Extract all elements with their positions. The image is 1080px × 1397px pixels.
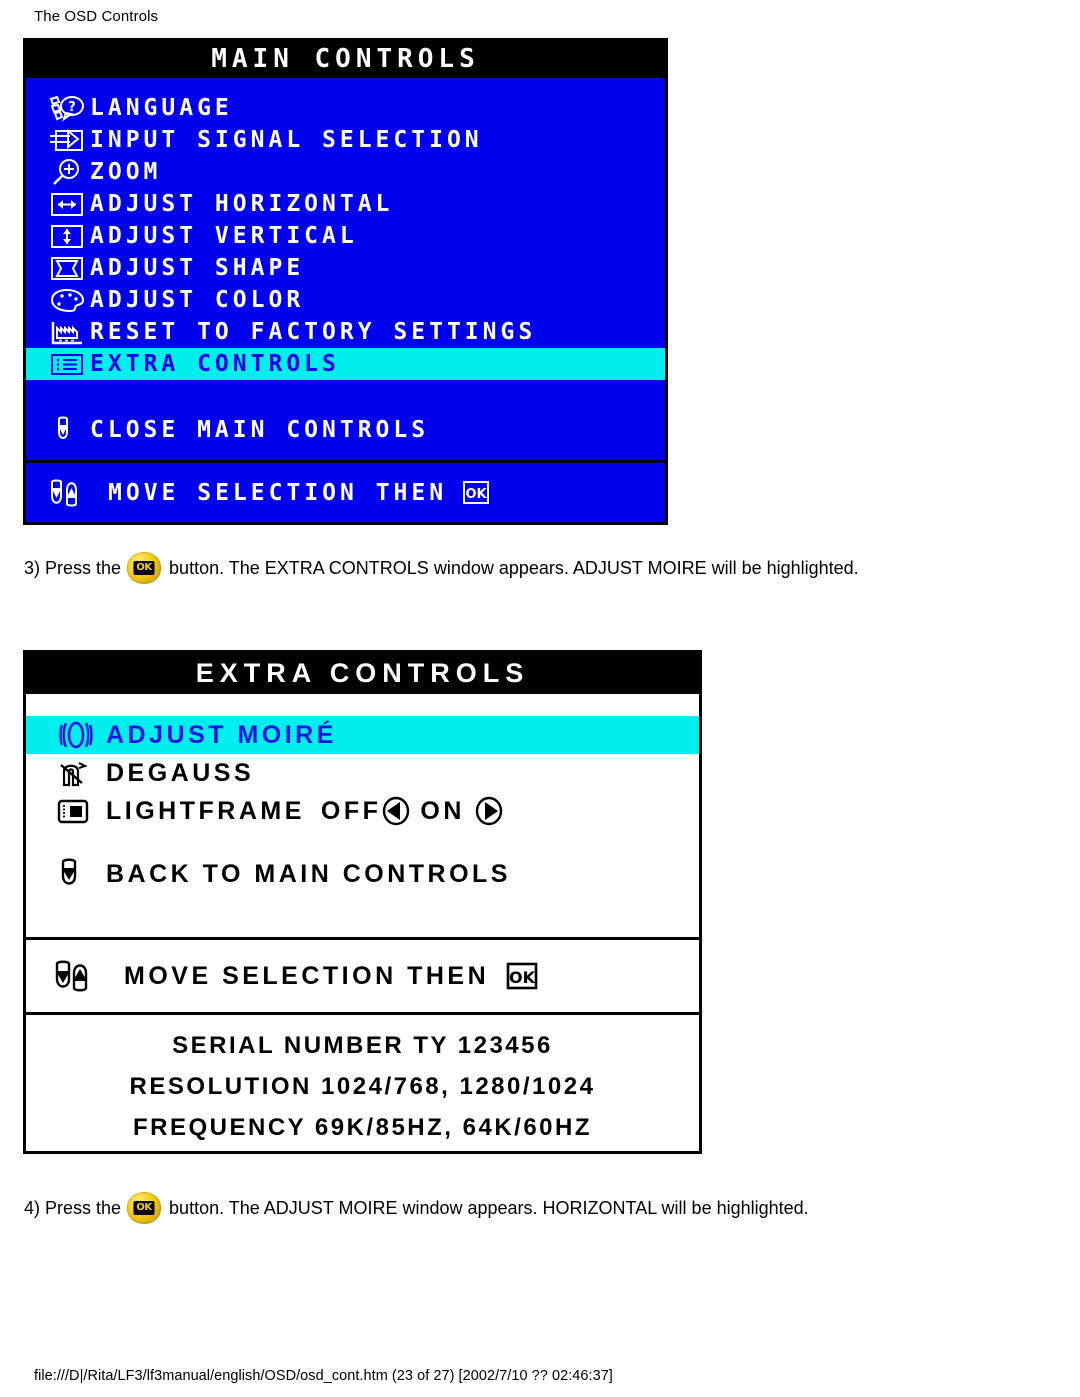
menu-item-label: ADJUST VERTICAL: [90, 223, 358, 249]
svg-text:OK: OK: [509, 968, 536, 987]
lightframe-off-label: OFF: [320, 796, 382, 825]
frequency-line: FREQUENCY 69K/85HZ, 64K/60HZ: [132, 1114, 592, 1141]
menu-item-label: RESET TO FACTORY SETTINGS: [90, 319, 537, 345]
menu-item-label: BACK TO MAIN CONTROLS: [106, 859, 511, 888]
right-arrow-icon[interactable]: [474, 796, 504, 826]
menu-item-adjust-shape[interactable]: ADJUST SHAPE: [26, 252, 665, 284]
osd-extra-footer-hint: MOVE SELECTION THEN OK: [26, 937, 699, 1012]
degauss-icon: [54, 758, 106, 788]
footer-hint-label: MOVE SELECTION THEN: [124, 961, 490, 990]
menu-item-label: ADJUST SHAPE: [90, 255, 305, 281]
menu-item-adjust-moire[interactable]: ADJUST MOIRÉ: [26, 716, 699, 754]
menu-item-extra-controls[interactable]: EXTRA CONTROLS: [26, 348, 665, 380]
language-icon: ?: [48, 93, 90, 123]
ok-icon: OK: [505, 961, 557, 991]
adjust-vertical-icon: [48, 221, 90, 251]
menu-item-degauss[interactable]: DEGAUSS: [26, 754, 699, 792]
down-up-arrow-icons: [52, 960, 124, 992]
osd-extra-body: ADJUST MOIRÉ DEGAUSS LIGHTFRAME OFF ON B…: [26, 694, 699, 937]
page-title: The OSD Controls: [34, 8, 159, 25]
osd-extra-controls-panel: EXTRA CONTROLS ADJUST MOIRÉ DEGAUSS LIGH…: [23, 650, 702, 1154]
input-signal-icon: [48, 125, 90, 155]
osd-main-controls-panel: MAIN CONTROLS ? LANGUAGE INPUT SIGNAL SE…: [23, 38, 668, 525]
menu-spacer: [26, 380, 665, 410]
menu-item-adjust-horizontal[interactable]: ADJUST HORIZONTAL: [26, 188, 665, 220]
svg-text:?: ?: [68, 100, 76, 115]
menu-item-language[interactable]: ? LANGUAGE: [26, 92, 665, 124]
menu-item-input-signal-selection[interactable]: INPUT SIGNAL SELECTION: [26, 124, 665, 156]
menu-item-label: ZOOM: [90, 159, 162, 185]
ok-button-label: OK: [133, 561, 155, 575]
footer-hint-move-selection: MOVE SELECTION THEN OK: [26, 940, 699, 1012]
extra-controls-icon: [48, 349, 90, 379]
menu-item-label: ADJUST COLOR: [90, 287, 305, 313]
menu-item-label: CLOSE MAIN CONTROLS: [90, 417, 430, 443]
osd-extra-info-block: SERIAL NUMBER TY 123456 RESOLUTION 1024/…: [26, 1012, 699, 1152]
svg-text:OK: OK: [466, 487, 488, 502]
menu-item-label: INPUT SIGNAL SELECTION: [90, 127, 483, 153]
zoom-icon: [48, 157, 90, 187]
step3-text-before: 3) Press the: [24, 557, 122, 578]
menu-item-label: DEGAUSS: [106, 758, 255, 787]
menu-item-adjust-color[interactable]: ADJUST COLOR: [26, 284, 665, 316]
osd-main-title: MAIN CONTROLS: [26, 41, 665, 78]
footer-hint-move-selection: MOVE SELECTION THEN OK: [26, 463, 665, 522]
page-footer-path: file:///D|/Rita/LF3/lf3manual/english/OS…: [34, 1368, 613, 1384]
menu-item-label: ADJUST HORIZONTAL: [90, 191, 394, 217]
adjust-shape-icon: [48, 253, 90, 283]
adjust-horizontal-icon: [48, 189, 90, 219]
step3-instruction: 3) Press the OK button. The EXTRA CONTRO…: [24, 552, 859, 584]
adjust-moire-icon: [54, 720, 106, 750]
menu-item-zoom[interactable]: ZOOM: [26, 156, 665, 188]
menu-item-back-to-main-controls[interactable]: BACK TO MAIN CONTROLS: [26, 848, 699, 900]
menu-item-label: LIGHTFRAME: [106, 796, 305, 825]
down-up-arrow-icons: [46, 478, 108, 508]
lightframe-on-label: ON: [420, 796, 465, 825]
down-arrow-icon: [48, 415, 90, 445]
factory-reset-icon: [48, 317, 90, 347]
step4-text-before: 4) Press the: [24, 1197, 122, 1218]
down-arrow-icon: [54, 858, 106, 889]
resolution-line: RESOLUTION 1024/768, 1280/1024: [129, 1073, 596, 1100]
footer-hint-label: MOVE SELECTION THEN: [108, 479, 448, 506]
ok-icon: OK: [461, 478, 507, 508]
menu-item-reset-to-factory-settings[interactable]: RESET TO FACTORY SETTINGS: [26, 316, 665, 348]
left-arrow-icon[interactable]: [381, 796, 411, 826]
osd-main-body: ? LANGUAGE INPUT SIGNAL SELECTION ZOOM A…: [26, 78, 665, 460]
ok-button-label: OK: [133, 1201, 155, 1215]
lightframe-icon: [54, 796, 106, 826]
ok-button-icon[interactable]: OK: [127, 1192, 162, 1224]
menu-item-label: LANGUAGE: [90, 95, 233, 121]
adjust-color-icon: [48, 285, 90, 315]
osd-main-footer: MOVE SELECTION THEN OK: [26, 460, 665, 522]
ok-button-icon[interactable]: OK: [127, 552, 162, 584]
menu-item-label: EXTRA CONTROLS: [90, 351, 340, 377]
step3-text-after: button. The EXTRA CONTROLS window appear…: [169, 557, 859, 578]
menu-item-adjust-vertical[interactable]: ADJUST VERTICAL: [26, 220, 665, 252]
step4-text-after: button. The ADJUST MOIRE window appears.…: [169, 1197, 809, 1218]
osd-extra-title: EXTRA CONTROLS: [26, 653, 699, 694]
menu-item-close-main-controls[interactable]: CLOSE MAIN CONTROLS: [26, 410, 665, 450]
lightframe-controls: LIGHTFRAME OFF ON: [106, 796, 504, 826]
serial-number-line: SERIAL NUMBER TY 123456: [172, 1032, 553, 1059]
menu-item-label: ADJUST MOIRÉ: [106, 720, 337, 749]
step4-instruction: 4) Press the OK button. The ADJUST MOIRE…: [24, 1192, 809, 1224]
menu-item-lightframe[interactable]: LIGHTFRAME OFF ON: [26, 792, 699, 830]
